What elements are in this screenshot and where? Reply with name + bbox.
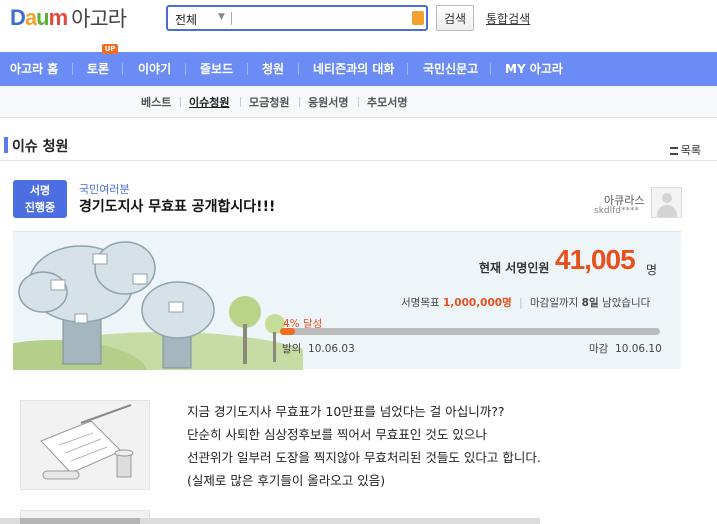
search-input[interactable]: 전체 ▼ [166,5,428,31]
daum-logo: Daum [10,5,68,30]
list-icon [669,147,678,155]
body-line: (실제로 많은 후기들이 올라오고 있음) [187,473,386,488]
up-badge: UP [102,44,118,54]
body-line: 선관위가 일부러 도장을 찍지않아 무효처리된 것들도 있다고 합니다. [187,450,541,465]
subnav-item-issue-petition[interactable]: 이슈청원 [189,94,229,110]
start-date: 발의 10.06.03 [282,341,355,356]
list-link[interactable]: 목록 [669,142,701,158]
scrollbar-thumb[interactable] [20,518,140,524]
nav-divider [185,63,186,75]
nav-divider [247,63,248,75]
daum-agora-logo[interactable]: Daum 아고라 [10,5,127,31]
status-line-2: 진행중 [24,201,56,214]
goal-row: 서명목표 1,000,000명 | 마감일까지 8일 남았습니다 [401,295,650,310]
petition-body: 지금 경기도지사 무효표가 10만표를 넘었다는 걸 아십니까?? 단순히 사퇴… [187,400,687,492]
status-line-1: 서명 [29,184,51,197]
nav-divider [490,63,491,75]
title-accent-bar [4,137,8,153]
subnav-divider [358,97,359,107]
petition-title: 경기도지사 무효표 공개합시다!!! [79,199,276,215]
document-quill-icon [40,404,134,480]
subnav-item-memorial-sign[interactable]: 추모서명 [367,94,407,110]
goal-label: 서명목표 [401,297,440,309]
start-label: 발의 [282,343,302,355]
nav-item-netizen-talk[interactable]: 네티즌과의 대화 [313,52,394,86]
nav-item-sinmungo[interactable]: 국민신문고 [423,52,478,86]
signature-count-label: 현재 서명인원 [479,261,550,275]
nav-divider [122,63,123,75]
search-option-icon[interactable] [412,11,424,25]
status-badge: 서명 진행중 [13,180,67,218]
top-header: Daum 아고라 전체 ▼ 검색 통합검색 [0,0,717,40]
signature-count: 41,005 [555,244,636,275]
petition-category[interactable]: 국민여러분 [79,181,130,197]
body-line: 단순히 사퇴한 심상정후보를 찍어서 무효표인 것도 있으나 [187,427,487,442]
search-button[interactable]: 검색 [436,5,474,31]
search-divider [231,12,232,25]
trees-illustration [13,241,303,370]
subnav-item-fundraising[interactable]: 모금청원 [249,94,289,110]
subnav-divider [240,97,241,107]
subnav-item-best[interactable]: 베스트 [141,94,171,110]
nav-item-my-agora[interactable]: MY 아고라 [505,52,563,86]
nav-item-board[interactable]: 즐보드 [200,52,233,86]
horizontal-scrollbar[interactable] [0,518,540,524]
subnav-divider [299,97,300,107]
nav-item-petition[interactable]: 청원 [262,52,284,86]
start-date-value: 10.06.03 [308,343,355,355]
main-nav: 아고라 홈 토론 이야기 즐보드 청원 네티즌과의 대화 국민신문고 MY 아고… [0,52,717,86]
signature-count-unit: 명 [646,263,658,277]
goal-separator: | [519,297,523,309]
progress-fill [280,328,296,335]
body-line: 지금 경기도지사 무효표가 10만표를 넘었다는 걸 아십니까?? [187,404,505,419]
divider [0,160,717,161]
end-date: 마감 10.06.10 [589,341,662,356]
deadline-suffix: 남았습니다 [601,297,651,309]
nav-item-debate[interactable]: 토론 [87,52,109,86]
search-scope-select[interactable]: 전체 [175,11,197,28]
days-left: 8일 [581,297,599,309]
author-id: skdlfd**** [594,206,639,216]
nav-item-story[interactable]: 이야기 [138,52,171,86]
subnav-divider [180,97,181,107]
document-quill-image [20,400,150,490]
deadline-prefix: 마감일까지 [530,297,579,309]
avatar[interactable] [651,187,682,218]
service-name: 아고라 [71,7,127,31]
end-date-value: 10.06.10 [615,343,662,355]
progress-bar [280,328,660,335]
chevron-down-icon[interactable]: ▼ [218,12,225,22]
nav-divider [407,63,408,75]
sub-nav: 베스트 이슈청원 모금청원 응원서명 추모서명 [0,86,717,118]
end-label: 마감 [589,343,609,355]
subnav-item-support-sign[interactable]: 응원서명 [308,94,348,110]
total-search-link[interactable]: 통합검색 [486,10,530,27]
page-title: 이슈 청원 [12,139,69,155]
goal-value: 1,000,000명 [442,297,512,309]
nav-divider [298,63,299,75]
nav-divider [72,63,73,75]
nav-item-agora-home[interactable]: 아고라 홈 [10,52,58,86]
list-link-label: 목록 [680,144,701,157]
